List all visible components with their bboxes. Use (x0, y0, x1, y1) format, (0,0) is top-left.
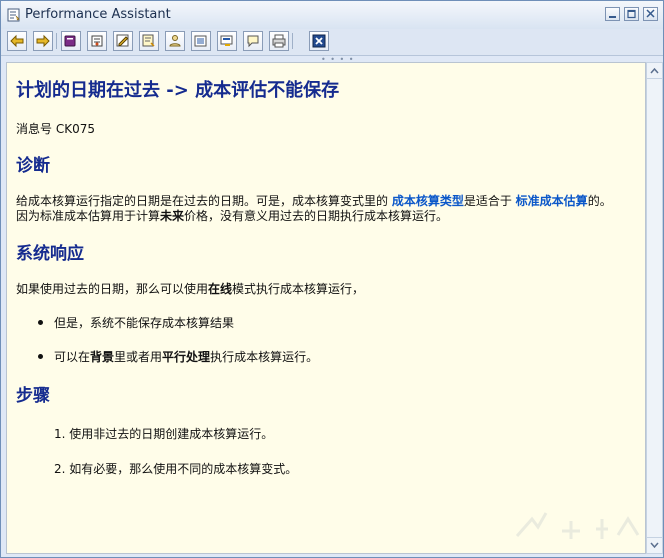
background-emphasis: 背景 (90, 350, 115, 364)
book-icon (64, 35, 76, 47)
online-emphasis: 在线 (208, 282, 233, 296)
costing-type-link[interactable]: 成本核算类型 (392, 194, 464, 208)
future-emphasis: 未来 (160, 209, 185, 223)
chat-icon (247, 35, 259, 48)
toolbar (1, 29, 663, 56)
diagnosis-text: 是适合于 (463, 194, 516, 208)
diagnosis-text: 因为标准成本估算用于计算 (16, 209, 161, 223)
left-arrow-icon (10, 34, 24, 48)
toolbar-separator (292, 33, 293, 49)
app-icon (7, 8, 20, 22)
response-text: 里或者用 (114, 350, 163, 364)
note-icon (142, 34, 155, 47)
person-icon (169, 35, 181, 47)
diagnosis-text: 给成本核算运行指定的日期是在过去的日期。可是，成本核算变式里的 (16, 194, 392, 208)
minimize-button[interactable] (605, 7, 620, 21)
response-text: 可以在 (54, 350, 91, 364)
response-text: 执行成本核算运行。 (210, 350, 319, 364)
right-arrow-icon (36, 34, 50, 48)
maximize-button[interactable] (624, 7, 639, 21)
pencil-icon (116, 34, 129, 47)
response-bullet-2: 可以在背景里或者用平行处理执行成本核算运行。 (54, 348, 318, 365)
print-button[interactable] (269, 31, 289, 51)
close-button[interactable] (309, 31, 329, 51)
link-button[interactable] (217, 31, 237, 51)
back-button[interactable] (7, 31, 27, 51)
bookmark-button[interactable] (61, 31, 81, 51)
chevron-down-icon (650, 542, 659, 549)
edit-button[interactable] (113, 31, 133, 51)
forward-button[interactable] (33, 31, 53, 51)
message-number: 消息号 CK075 (16, 122, 95, 136)
bullet-marker (38, 354, 43, 359)
parallel-processing-emphasis: 平行处理 (162, 350, 211, 364)
watermark-graphic (515, 512, 640, 539)
doc-icon (194, 35, 207, 47)
close-icon (646, 9, 655, 18)
scroll-down-button[interactable] (647, 537, 662, 553)
step-1: 1. 使用非过去的日期创建成本核算运行。 (54, 427, 274, 441)
system-response-heading: 系统响应 (16, 244, 84, 264)
close-icon (312, 34, 326, 48)
scroll-up-button[interactable] (647, 63, 662, 79)
tools-icon (91, 35, 103, 47)
response-text: 如果使用过去的日期，那么可以使用 (16, 282, 209, 296)
diagnosis-heading: 诊断 (16, 156, 50, 176)
diagnosis-text: 的。 (587, 194, 612, 208)
notes-button[interactable] (139, 31, 159, 51)
toolbar-separator (56, 33, 57, 49)
page-title: 计划的日期在过去 -> 成本评估不能保存 (16, 80, 340, 101)
document-button[interactable] (191, 31, 211, 51)
chevron-up-icon (650, 67, 659, 74)
diagnosis-text: 价格，没有意义用过去的日期执行成本核算运行。 (184, 209, 449, 223)
steps-heading: 步骤 (16, 386, 50, 406)
system-response-line: 如果使用过去的日期，那么可以使用在线模式执行成本核算运行， (16, 280, 364, 297)
step-2: 2. 如有必要，那么使用不同的成本核算变式。 (54, 462, 298, 476)
close-window-button[interactable] (643, 7, 658, 21)
vertical-scrollbar[interactable] (646, 62, 663, 554)
title-bar[interactable]: Performance Assistant (1, 1, 663, 30)
printer-icon (272, 34, 286, 48)
maximize-icon (627, 9, 636, 19)
minimize-icon (609, 16, 616, 18)
message-button[interactable] (243, 31, 263, 51)
settings-button[interactable] (87, 31, 107, 51)
response-bullet-1: 但是，系统不能保存成本核算结果 (54, 316, 235, 330)
response-text: 模式执行成本核算运行， (232, 282, 365, 296)
help-content-pane: 计划的日期在过去 -> 成本评估不能保存 消息号 CK075 诊断 给成本核算运… (6, 62, 646, 554)
diagnosis-line-2: 因为标准成本估算用于计算未来价格，没有意义用过去的日期执行成本核算运行。 (16, 207, 448, 224)
info-button[interactable] (165, 31, 185, 51)
performance-assistant-window: Performance Assistant • • • • 计划的日期在过去 -… (0, 0, 664, 558)
standard-cost-estimate-link[interactable]: 标准成本估算 (516, 194, 588, 208)
window-title: Performance Assistant (25, 7, 171, 22)
link-icon (220, 35, 233, 46)
bullet-marker (38, 320, 43, 325)
